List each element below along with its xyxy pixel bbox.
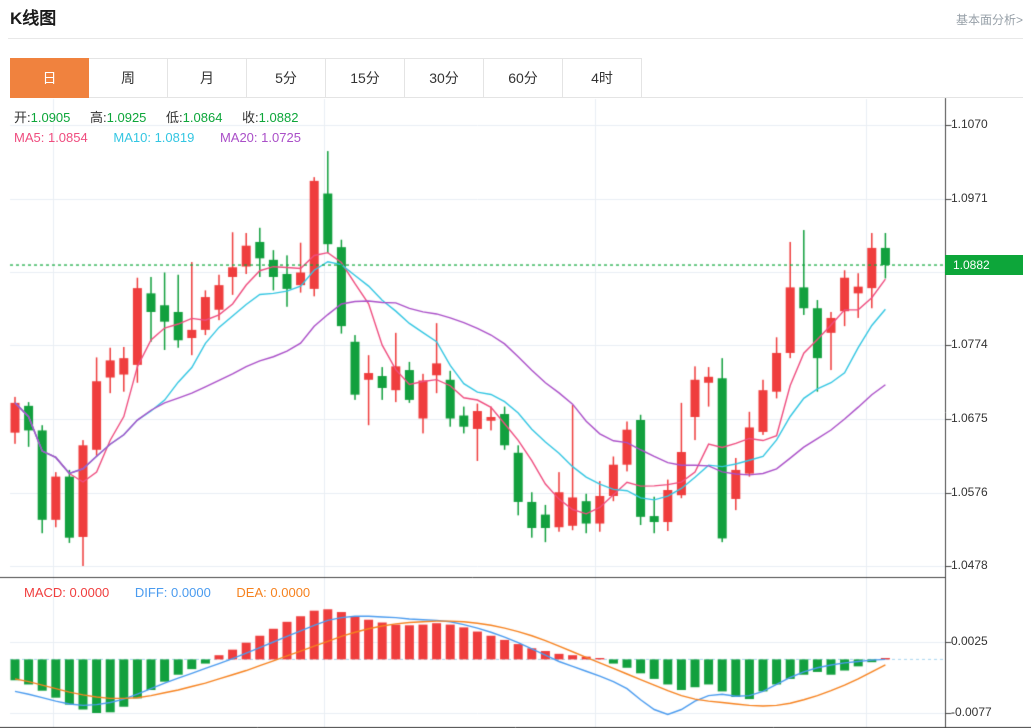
low-label: 低: [166, 110, 183, 125]
header-divider [8, 38, 1023, 39]
open-value: 1.0905 [30, 110, 71, 125]
price-axis-label: 1.0576 [951, 484, 988, 499]
ma5-value: 1.0854 [47, 130, 88, 145]
macd-value: 0.0000 [69, 585, 110, 600]
fundamental-analysis-link[interactable]: 基本面分析> [956, 11, 1023, 28]
high-value: 1.0925 [106, 110, 147, 125]
tab-30分[interactable]: 30分 [405, 58, 484, 98]
macd-readout: MACD: 0.0000 DIFF: 0.0000 DEA: 0.0000 [24, 585, 332, 600]
tab-月[interactable]: 月 [168, 58, 247, 98]
tab-60分[interactable]: 60分 [484, 58, 563, 98]
price-axis-label: 1.0774 [951, 337, 988, 352]
tab-15分[interactable]: 15分 [326, 58, 405, 98]
price-axis-label: 1.0971 [951, 190, 988, 205]
high-label: 高: [90, 110, 107, 125]
ma10-label: MA10: [113, 130, 151, 145]
tab-5分[interactable]: 5分 [247, 58, 326, 98]
macd-label: MACD: [24, 585, 66, 600]
price-axis-label: 1.0675 [951, 411, 988, 426]
ma10-value: 1.0819 [154, 130, 195, 145]
macd-axis-label: -0.0077 [951, 704, 992, 719]
period-tabs: 日周月 5分 15分 30分 60分 4时 [10, 58, 1023, 98]
open-label: 开: [14, 110, 31, 125]
price-axis-label: 1.1070 [951, 117, 988, 131]
page-header: K线图 基本面分析> [10, 6, 1023, 34]
low-value: 1.0864 [182, 110, 223, 125]
close-value: 1.0882 [258, 110, 299, 125]
tab-周[interactable]: 周 [89, 58, 168, 98]
diff-label: DIFF: [134, 585, 168, 600]
ma20-value: 1.0725 [261, 130, 301, 145]
current-price-value: 1.0882 [953, 258, 990, 273]
price-axis-label: 1.0478 [951, 557, 988, 572]
ohlc-readout: 开:1.0905 高:1.0925 低:1.0864 收:1.0882 [14, 107, 314, 126]
tab-日[interactable]: 日 [10, 58, 89, 98]
macd-axis-label: 0.0025 [951, 634, 988, 648]
current-price-badge: 1.0882 [945, 255, 1023, 276]
kline-page: K线图 基本面分析> 日周月 5分 15分 30分 60分 4时 开:1.0905 高:1… [0, 0, 1031, 728]
diff-value: 0.0000 [171, 585, 211, 600]
ma-readout: MA5: 1.0854 MA10: 1.0819 MA20: 1.0725 [14, 130, 323, 145]
close-label: 收: [242, 110, 259, 125]
ma20-label: MA20: [219, 130, 258, 145]
dea-value: 0.0000 [270, 585, 311, 600]
page-title: K线图 [10, 9, 57, 28]
tab-4时[interactable]: 4时 [563, 58, 642, 98]
ma5-label: MA5: [14, 130, 45, 145]
dea-label: DEA: [236, 585, 267, 600]
